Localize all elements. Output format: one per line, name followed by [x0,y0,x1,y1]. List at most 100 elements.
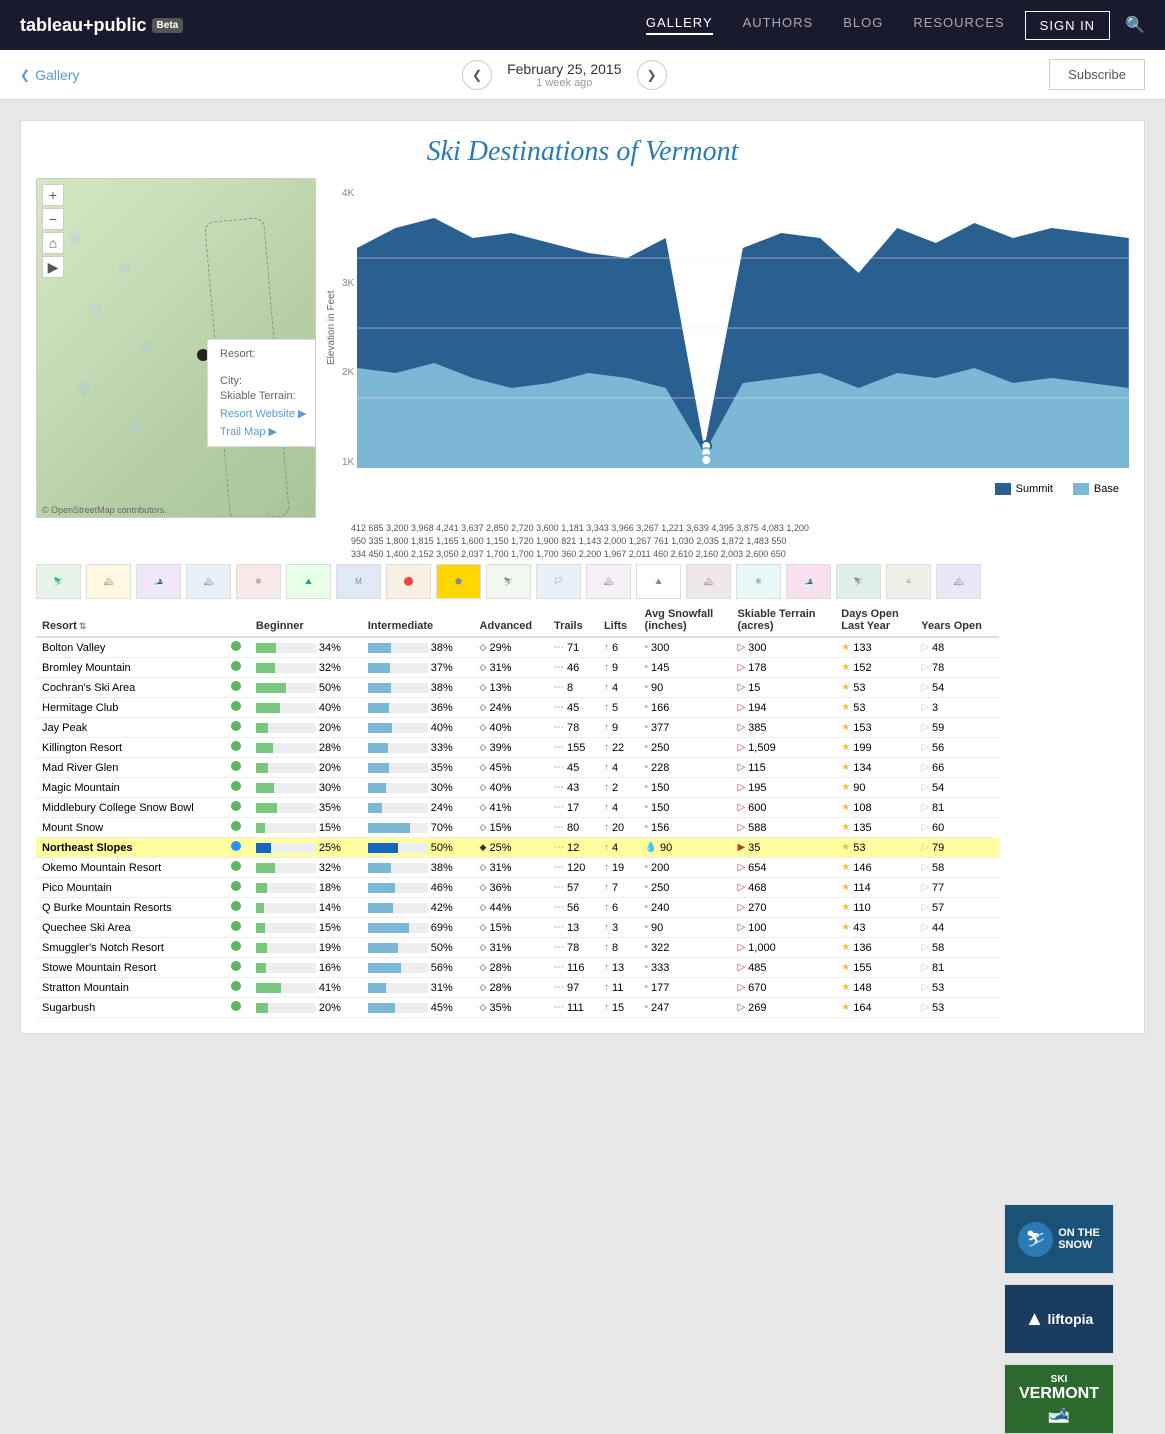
table-row[interactable]: Stratton Mountain 41% 31% ◇ 28% ⋯ 97 [36,978,999,998]
resort-logo-1[interactable]: ⛷ [36,564,81,599]
resort-dot [231,641,241,651]
resort-logo-3[interactable]: 🎿 [136,564,181,599]
table-row[interactable]: Smuggler's Notch Resort 19% 50% ◇ 31% ⋯ … [36,938,999,958]
resort-logo-7[interactable]: M [336,564,381,599]
home-button[interactable]: ⌂ [42,232,64,254]
resort-logo-selected[interactable]: ⬟ [436,564,481,599]
lifts-icon: ↑ [604,742,609,753]
sign-in-button[interactable]: SIGN IN [1025,11,1110,40]
snowfall-icon: • [645,822,649,833]
snowfall-icon: • [645,882,649,893]
search-icon[interactable]: 🔍 [1125,15,1145,35]
table-row[interactable]: Pico Mountain 18% 46% ◇ 36% ⋯ 57 [36,878,999,898]
nav-authors[interactable]: AUTHORS [743,15,814,35]
resort-logo-11[interactable]: 🏔 [586,564,631,599]
table-row[interactable]: Northeast Slopes 25% 50% ◆ 25% ⋯ 12 [36,838,999,858]
resort-logo-2[interactable]: 🏔 [86,564,131,599]
pan-button[interactable]: ▶ [42,256,64,278]
resort-logo-15[interactable]: 🎿 [786,564,831,599]
cell-intermediate: 70% [362,818,474,838]
trail-map-link[interactable]: Trail Map ▶ [220,425,315,438]
years-play-icon: ▷ [921,762,929,773]
beginner-pct: 41% [319,982,341,994]
table-row[interactable]: Middlebury College Snow Bowl 35% 24% ◇ 4… [36,798,999,818]
beginner-bar [256,643,316,653]
table-row[interactable]: Q Burke Mountain Resorts 14% 42% ◇ 44% ⋯… [36,898,999,918]
resort-logo-6[interactable]: ⛰ [286,564,331,599]
lifts-value: 4 [612,802,618,814]
advanced-diamond-icon: ◇ [480,882,487,893]
table-row[interactable]: Okemo Mountain Resort 32% 38% ◇ 31% ⋯ 12… [36,858,999,878]
resort-logo-18[interactable]: 🏔 [936,564,981,599]
terrain-value: 100 [748,922,766,934]
tooltip-terrain-label: Skiable Terrain: [220,390,315,402]
resort-logo-8[interactable]: 🔴 [386,564,431,599]
nav-gallery[interactable]: GALLERY [646,15,713,35]
next-arrow-button[interactable]: ❯ [637,60,667,90]
cell-lifts: ↑ 9 [598,658,639,678]
days-star-icon: ★ [841,942,850,953]
intermediate-bar-fill [368,823,410,833]
gallery-link[interactable]: Gallery [35,67,79,83]
cell-days: ★ 53 [835,678,915,698]
snowfall-icon: • [645,862,649,873]
advanced-diamond-icon: ◇ [480,662,487,673]
intermediate-bar-fill [368,1003,395,1013]
cell-beginner: 41% [250,978,362,998]
legend-summit: Summit [995,483,1053,495]
table-row[interactable]: Stowe Mountain Resort 16% 56% ◇ 28% ⋯ 11… [36,958,999,978]
zoom-in-button[interactable]: + [42,184,64,206]
resort-logo-10[interactable]: 🏳 [536,564,581,599]
resort-dot [231,841,241,851]
terrain-arrow-icon: ▷ [737,962,745,973]
cell-advanced: ◇ 28% [474,958,548,978]
liftopia-ad[interactable]: ▲ liftopia [1004,1284,1114,1354]
resort-logo-4[interactable]: 🏔 [186,564,231,599]
cell-lifts: ↑ 3 [598,918,639,938]
cell-snowfall: • 90 [639,678,732,698]
zoom-out-button[interactable]: − [42,208,64,230]
skivermont-ad[interactable]: SKI VERMONT 🎿 [1004,1364,1114,1434]
lifts-value: 7 [612,882,618,894]
cell-resort-name: Killington Resort [36,738,225,758]
resort-logo-17[interactable]: ≡ [886,564,931,599]
cell-dot [225,958,250,978]
table-row[interactable]: Jay Peak 20% 40% ◇ 40% ⋯ 78 [36,718,999,738]
cell-trails: ⋯ 78 [548,938,598,958]
table-row[interactable]: Cochran's Ski Area 50% 38% ◇ 13% ⋯ 8 [36,678,999,698]
prev-arrow-button[interactable]: ❮ [462,60,492,90]
resort-logo-16[interactable]: ⛷ [836,564,881,599]
table-row[interactable]: Bromley Mountain 32% 37% ◇ 31% ⋯ 46 [36,658,999,678]
elevation-chart[interactable] [357,188,1129,468]
subscribe-button[interactable]: Subscribe [1049,59,1145,90]
cell-advanced: ◇ 40% [474,778,548,798]
resort-logo-12[interactable]: ⛰ [636,564,681,599]
table-row[interactable]: Killington Resort 28% 33% ◇ 39% ⋯ 155 [36,738,999,758]
cell-beginner: 19% [250,938,362,958]
table-row[interactable]: Mad River Glen 20% 35% ◇ 45% ⋯ 45 [36,758,999,778]
th-resort[interactable]: Resort ⇅ [36,604,225,637]
onthesnow-ad[interactable]: ⛷ ON THE SNOW [1004,1204,1114,1274]
table-row[interactable]: Mount Snow 15% 70% ◇ 15% ⋯ 80 [36,818,999,838]
resort-logo-5[interactable]: ❄ [236,564,281,599]
snowfall-value: 250 [651,742,669,754]
map-container[interactable]: ❄ ❄ ❄ ❄ ❄ ❄ Resort: Northeast Slopes [36,178,316,518]
table-row[interactable]: Hermitage Club 40% 36% ◇ 24% ⋯ 45 [36,698,999,718]
cell-terrain: ▷ 600 [731,798,835,818]
advanced-diamond-icon: ◇ [480,742,487,753]
trails-icon: ⋯ [554,862,564,873]
resort-website-link[interactable]: Resort Website ▶ [220,407,315,420]
resort-logo-13[interactable]: 🏔 [686,564,731,599]
table-row[interactable]: Bolton Valley 34% 38% ◇ 29% ⋯ 71 [36,637,999,658]
cell-snowfall: • 150 [639,778,732,798]
resort-logo-14[interactable]: ❄ [736,564,781,599]
nav-blog[interactable]: BLOG [843,15,883,35]
table-row[interactable]: Quechee Ski Area 15% 69% ◇ 15% ⋯ 13 [36,918,999,938]
resort-logo-9[interactable]: ⛷ [486,564,531,599]
nav-resources[interactable]: RESOURCES [913,15,1004,35]
table-row[interactable]: Magic Mountain 30% 30% ◇ 40% ⋯ 43 [36,778,999,798]
top-section: ❄ ❄ ❄ ❄ ❄ ❄ Resort: Northeast Slopes [36,178,1129,518]
right-ads: ⛷ ON THE SNOW ▲ liftopia SKI VERM [1004,1204,1114,1434]
gallery-bar: ❮ Gallery ❮ February 25, 2015 1 week ago… [0,50,1165,100]
table-row[interactable]: Sugarbush 20% 45% ◇ 35% ⋯ 111 [36,998,999,1018]
